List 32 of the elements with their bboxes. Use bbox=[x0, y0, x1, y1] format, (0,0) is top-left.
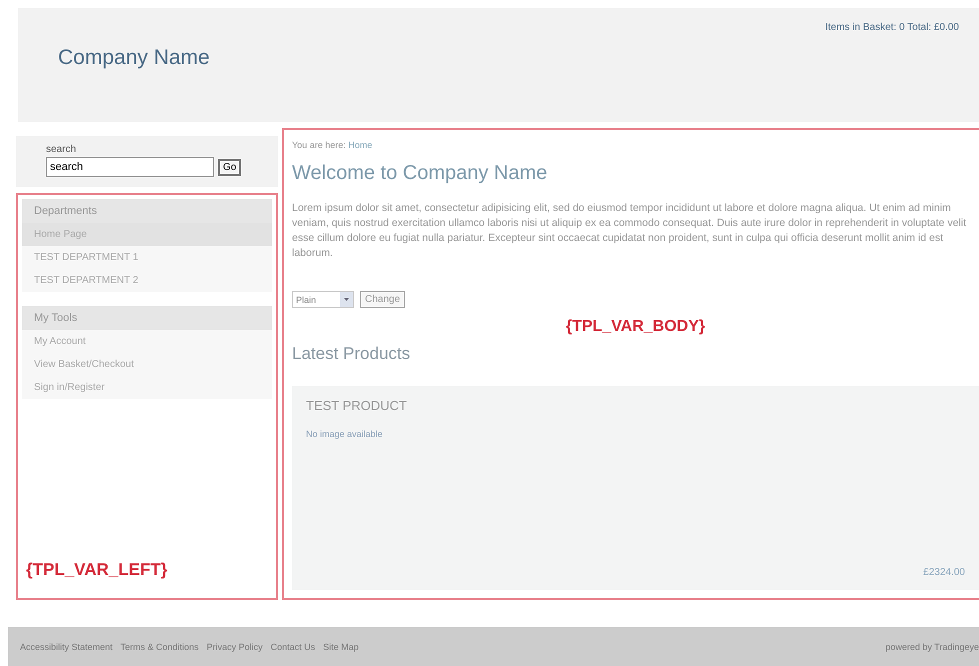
breadcrumb-link[interactable]: Home bbox=[348, 140, 372, 150]
product-name: TEST PRODUCT bbox=[306, 398, 408, 413]
style-select[interactable]: Plain bbox=[292, 291, 354, 308]
change-button[interactable]: Change bbox=[360, 291, 406, 308]
search-label: search bbox=[46, 144, 78, 155]
caret-icon bbox=[340, 292, 353, 307]
sidebar-item[interactable]: Sign in/Register bbox=[22, 376, 272, 399]
product-price: £2324.00 bbox=[923, 567, 965, 578]
footer-link[interactable]: Contact Us bbox=[270, 642, 316, 652]
sidebar-item[interactable]: TEST DEPARTMENT 1 bbox=[22, 246, 272, 269]
template-variable: {TPL_VAR_LEFT} bbox=[26, 560, 168, 579]
sidebar-item[interactable]: View Basket/Checkout bbox=[22, 353, 272, 376]
section-title: Departments bbox=[22, 199, 272, 223]
image-note: No image available bbox=[306, 429, 384, 439]
footer-link[interactable]: Terms & Conditions bbox=[120, 642, 199, 652]
sidebar-item[interactable]: My Account bbox=[22, 330, 272, 353]
company-name: Company Name bbox=[58, 46, 210, 71]
footer-link[interactable]: Accessibility Statement bbox=[20, 642, 113, 652]
intro-paragraph: Lorem ipsum dolor sit amet, consectetur adipisicing elit, sed do eiusmod tempor incididunt ut labore et dolore magna aliqua. Ut enim ad minim veniam, quis nostrud exercitation ullamco laboris nisi ut aliquip ex ea commodo consequat. Duis aute irure dolor in reprehenderit in voluptate velit esse cillum dolore eu fugiat nulla pariatur. Excepteur sint occaecat cupidatat non proident, sunt in culpa qui officia deserunt mollit anim id est laborum. bbox=[292, 201, 968, 261]
template-variable: {TPL_VAR_BODY} bbox=[566, 318, 706, 336]
section-heading: Latest Products bbox=[292, 344, 412, 364]
powered-by-text: powered by Tradingeye bbox=[885, 642, 979, 652]
breadcrumb: You are here: Home bbox=[292, 140, 374, 150]
sidebar-item[interactable]: Home Page bbox=[22, 223, 272, 246]
footer-link[interactable]: Privacy Policy bbox=[206, 642, 263, 652]
basket-summary: Items in Basket: 0 Total: £0.00 bbox=[825, 22, 959, 35]
go-button[interactable]: Go bbox=[218, 158, 242, 176]
sidebar-item[interactable]: TEST DEPARTMENT 2 bbox=[22, 269, 272, 292]
footer-link[interactable]: Site Map bbox=[323, 642, 359, 652]
section-title: My Tools bbox=[22, 306, 272, 330]
search-field[interactable]: search bbox=[46, 157, 214, 177]
page-heading: Welcome to Company Name bbox=[292, 162, 548, 185]
